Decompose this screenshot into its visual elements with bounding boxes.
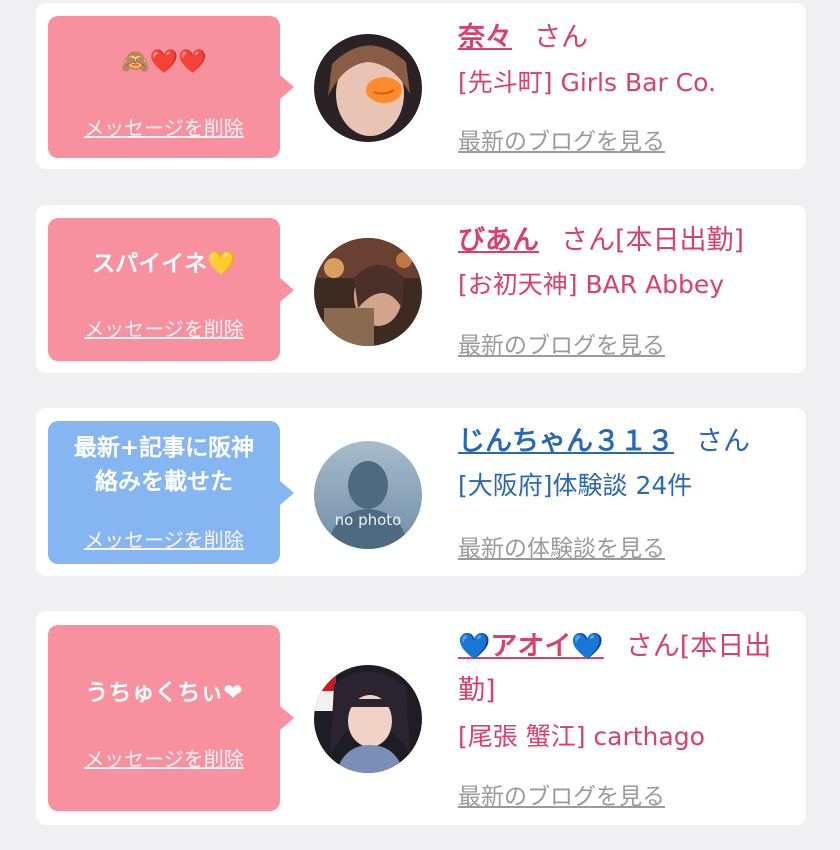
avatar[interactable] xyxy=(314,238,422,346)
sender-name-link[interactable]: 💙アオイ💙 xyxy=(458,631,604,662)
message-card: スパイイネ💛 メッセージを削除 びあん さん[本日出勤] [お初天神] BAR A… xyxy=(36,205,806,373)
avatar[interactable] xyxy=(314,34,422,142)
honorific: さん xyxy=(534,22,588,53)
message-bubble: 🙈❤️❤️ メッセージを削除 xyxy=(48,16,294,158)
sender-name-row: 💙アオイ💙 さん[本日出 xyxy=(458,625,771,669)
sender-name-link[interactable]: 奈々 xyxy=(458,22,512,53)
latest-blog-link[interactable]: 最新のブログを見る xyxy=(458,326,665,360)
blue-heart-icon: 💙 xyxy=(571,632,604,662)
honorific: さん xyxy=(696,426,750,457)
message-card: 🙈❤️❤️ メッセージを削除 奈々 さん [先斗町] Girls Bar Co. … xyxy=(36,3,806,169)
message-text: スパイイネ💛 xyxy=(92,251,236,277)
avatar[interactable]: no photo xyxy=(314,441,422,549)
experience-count: [大阪府]体験談 24件 xyxy=(458,471,693,500)
delete-message-link[interactable]: メッセージを削除 xyxy=(48,743,280,772)
message-card: 最新+記事に阪神 絡みを載せた メッセージを削除 no photo じんちゃん３… xyxy=(36,408,806,576)
sender-name-row: じんちゃん３１３ さん xyxy=(458,420,750,464)
delete-message-link[interactable]: メッセージを削除 xyxy=(48,112,280,141)
sender-name-row: びあん さん[本日出勤] xyxy=(458,219,744,263)
latest-blog-link[interactable]: 最新のブログを見る xyxy=(458,777,665,811)
message-text: 🙈❤️❤️ xyxy=(121,49,207,75)
shop-name: [お初天神] BAR Abbey xyxy=(458,270,725,299)
message-text-line-2: 絡みを載せた xyxy=(95,469,233,495)
latest-review-link[interactable]: 最新の体験談を見る xyxy=(458,529,665,563)
shop-name: [先斗町] Girls Bar Co. xyxy=(458,68,716,97)
honorific: さん[本日出勤] xyxy=(561,225,745,256)
message-bubble: 最新+記事に阪神 絡みを載せた メッセージを削除 xyxy=(48,421,294,564)
sender-name-link[interactable]: びあん xyxy=(458,225,539,256)
no-photo-icon xyxy=(314,441,422,549)
avatar[interactable] xyxy=(314,665,422,773)
sender-name: アオイ xyxy=(490,631,572,662)
honorific: さん[本日出 xyxy=(625,631,772,662)
avatar-photo-icon xyxy=(314,34,422,142)
delete-message-link[interactable]: メッセージを削除 xyxy=(48,313,280,342)
honorific-continuation: 勤] xyxy=(458,675,496,706)
message-bubble: うちゅくちぃ❤ メッセージを削除 xyxy=(48,625,294,811)
sender-name-row: 奈々 さん xyxy=(458,16,588,60)
shop-name: [尾張 蟹江] carthago xyxy=(458,722,705,751)
message-card: うちゅくちぃ❤ メッセージを削除 💙アオイ💙 さん[本日出 勤] [尾張 蟹江] … xyxy=(36,611,806,825)
blue-heart-icon: 💙 xyxy=(458,632,491,662)
message-bubble: スパイイネ💛 メッセージを削除 xyxy=(48,218,294,361)
no-photo-label: no photo xyxy=(334,511,402,529)
message-text-line-1: 最新+記事に阪神 xyxy=(73,435,255,461)
message-text: うちゅくちぃ❤ xyxy=(85,680,243,706)
sender-name-link[interactable]: じんちゃん３１３ xyxy=(458,426,674,457)
delete-message-link[interactable]: メッセージを削除 xyxy=(48,524,280,553)
avatar-photo-icon xyxy=(314,665,422,773)
avatar-photo-icon xyxy=(314,238,422,346)
latest-blog-link[interactable]: 最新のブログを見る xyxy=(458,122,665,156)
